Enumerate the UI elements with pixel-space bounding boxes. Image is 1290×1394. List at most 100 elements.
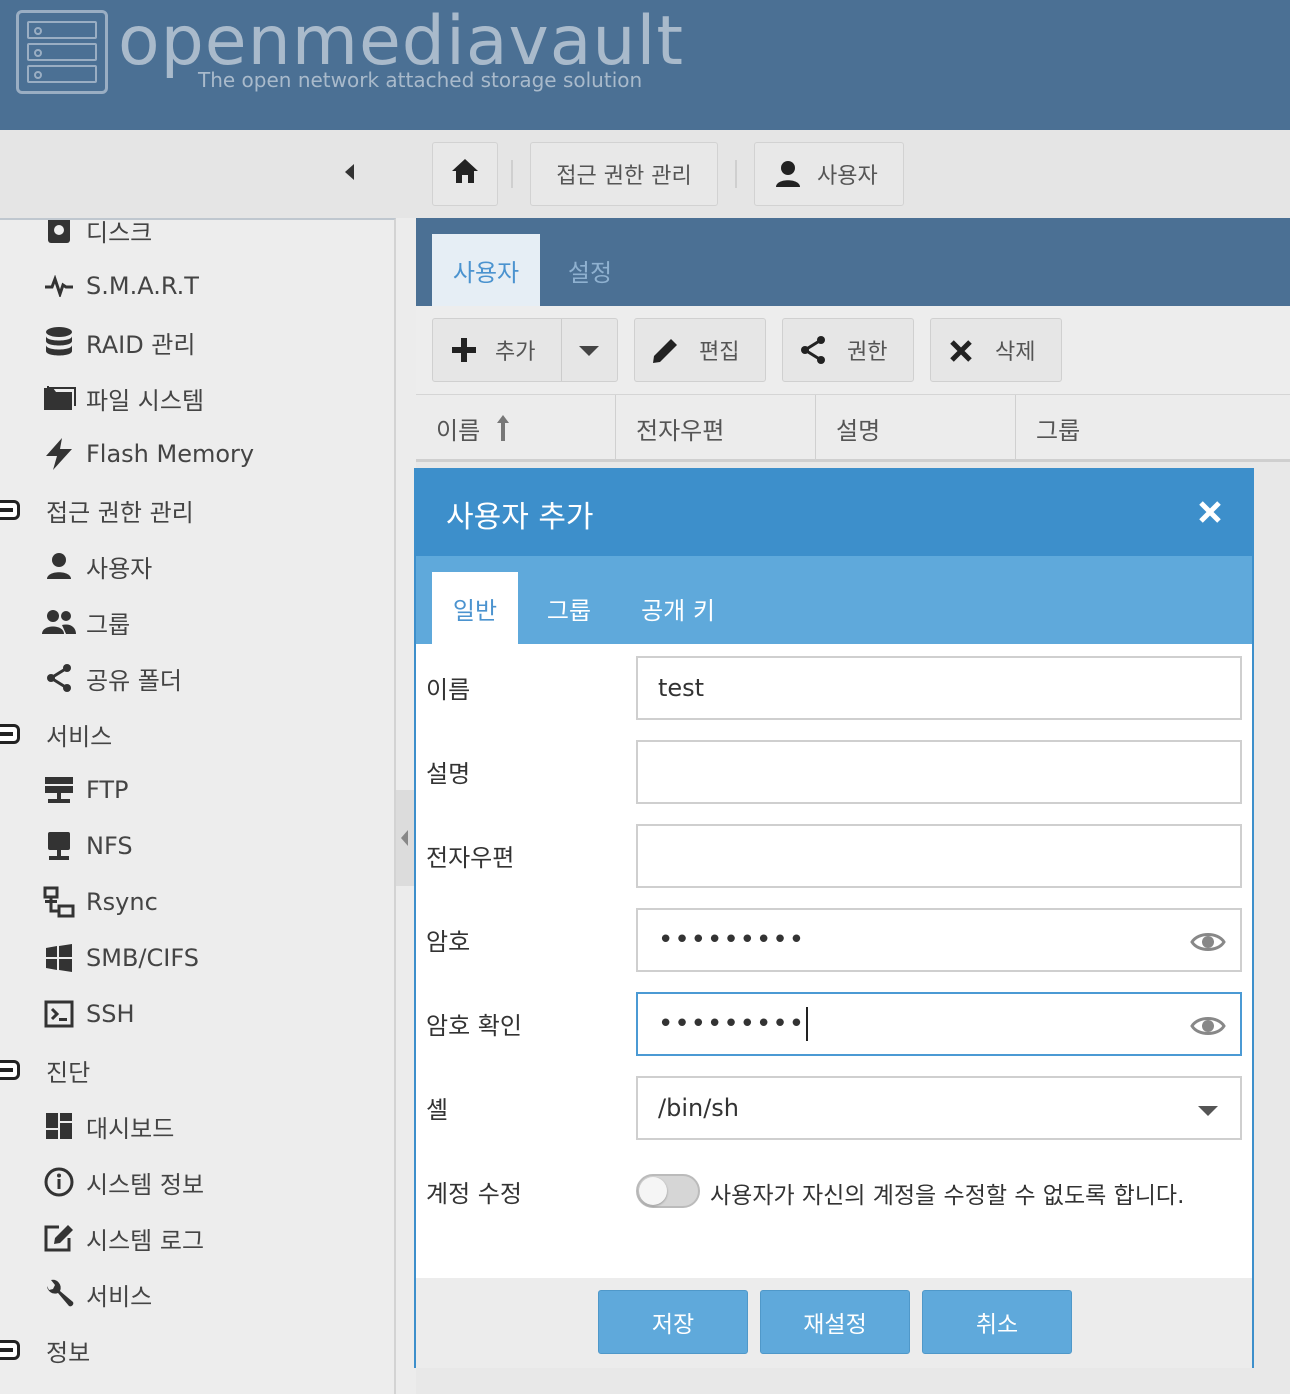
description-field[interactable] <box>636 740 1242 804</box>
sidebar-group-info[interactable]: 정보 <box>0 1322 394 1378</box>
collapse-group-icon[interactable] <box>0 1340 20 1360</box>
breadcrumb-label: 접근 권한 관리 <box>556 164 692 189</box>
logo-icon <box>16 10 108 94</box>
heartbeat-icon <box>42 269 76 303</box>
dialog-titlebar: 사용자 추가 <box>416 470 1252 556</box>
sidebar-item-ftp[interactable]: FTP <box>0 762 394 818</box>
account-modify-label: 계정 수정 <box>426 1180 522 1208</box>
sidebar-group-services[interactable]: 서비스 <box>0 706 394 762</box>
privileges-button[interactable]: 권한 <box>782 318 914 382</box>
sidebar-item-dashboard[interactable]: 대시보드 <box>0 1098 394 1154</box>
user-icon <box>42 549 76 583</box>
breadcrumb-home[interactable] <box>432 142 498 206</box>
server-icon <box>42 773 76 807</box>
user-icon <box>775 160 801 188</box>
password-field[interactable]: ••••••••• <box>636 908 1242 972</box>
sidebar-group-diagnostics[interactable]: 진단 <box>0 1042 394 1098</box>
share-icon <box>42 661 76 695</box>
save-button[interactable]: 저장 <box>598 1290 748 1354</box>
column-header-groups[interactable]: 그룹 <box>1016 395 1290 461</box>
email-field[interactable] <box>636 824 1242 888</box>
dialog-footer: 저장 재설정 취소 <box>416 1278 1252 1368</box>
sidebar-item-users[interactable]: 사용자 <box>0 538 394 594</box>
sidebar-item-groups[interactable]: 그룹 <box>0 594 394 650</box>
sidebar-item-disk[interactable]: 디스크 <box>0 220 394 258</box>
tab-public-keys[interactable]: 공개 키 <box>628 572 728 644</box>
grid-toolbar: 추가 편집 권한 삭제 <box>416 306 1290 394</box>
database-icon <box>42 325 76 359</box>
plus-icon <box>451 337 477 369</box>
collapse-group-icon[interactable] <box>0 724 20 744</box>
pencil-icon <box>651 337 679 371</box>
dialog-title: 사용자 추가 <box>446 500 594 535</box>
sidebar-item-shared-folders[interactable]: 공유 폴더 <box>0 650 394 706</box>
breadcrumb-item-user[interactable]: 사용자 <box>754 142 904 206</box>
cancel-button[interactable]: 취소 <box>922 1290 1072 1354</box>
close-icon <box>949 339 973 369</box>
sidebar-item-filesystem[interactable]: 파일 시스템 <box>0 370 394 426</box>
shell-select[interactable]: /bin/sh <box>636 1076 1242 1140</box>
sidebar-item-smart[interactable]: S.M.A.R.T <box>0 258 394 314</box>
breadcrumb-bar: 접근 권한 관리 사용자 <box>0 130 1290 218</box>
confirm-password-field[interactable]: ••••••••• <box>636 992 1242 1056</box>
sidebar-item-system-log[interactable]: 시스템 로그 <box>0 1210 394 1266</box>
breadcrumb-label: 사용자 <box>817 164 878 189</box>
shell-label: 셸 <box>426 1096 449 1124</box>
tab-general[interactable]: 일반 <box>432 572 518 644</box>
disk-icon <box>42 220 76 247</box>
sidebar-item-smb[interactable]: SMB/CIFS <box>0 930 394 986</box>
add-button[interactable]: 추가 <box>432 318 618 382</box>
confirm-password-label: 암호 확인 <box>426 1012 522 1040</box>
disallow-modify-toggle[interactable] <box>636 1174 700 1208</box>
chevron-down-icon <box>1198 1106 1218 1116</box>
chevron-down-icon[interactable] <box>579 346 599 356</box>
breadcrumb-separator <box>735 160 737 188</box>
edit-button[interactable]: 편집 <box>634 318 766 382</box>
name-label: 이름 <box>426 676 471 704</box>
tab-settings[interactable]: 설정 <box>550 234 630 306</box>
edit-icon <box>42 1221 76 1255</box>
text-cursor <box>806 1007 809 1041</box>
column-header-email[interactable]: 전자우편 <box>616 395 816 461</box>
column-header-name[interactable]: 이름 <box>416 395 616 461</box>
delete-button[interactable]: 삭제 <box>930 318 1062 382</box>
sort-asc-icon <box>496 414 510 442</box>
close-icon[interactable] <box>1194 496 1226 528</box>
tab-users[interactable]: 사용자 <box>432 234 540 306</box>
eye-icon[interactable] <box>1190 1008 1226 1044</box>
grid-header: 이름 전자우편 설명 그룹 <box>416 394 1290 462</box>
name-field[interactable]: test <box>636 656 1242 720</box>
eye-icon[interactable] <box>1190 924 1226 960</box>
reset-button[interactable]: 재설정 <box>760 1290 910 1354</box>
folder-icon <box>42 381 76 415</box>
breadcrumb-separator <box>511 160 513 188</box>
sidebar-item-system-info[interactable]: 시스템 정보 <box>0 1154 394 1210</box>
column-header-description[interactable]: 설명 <box>816 395 1016 461</box>
description-label: 설명 <box>426 760 471 788</box>
split-divider <box>561 319 562 381</box>
collapse-sidebar-icon[interactable] <box>338 160 362 184</box>
share-icon <box>799 335 827 371</box>
collapse-group-icon[interactable] <box>0 1060 20 1080</box>
monitor-icon <box>42 829 76 863</box>
panel-tab-bar: 사용자 설정 <box>416 218 1290 306</box>
add-user-dialog: 사용자 추가 일반 그룹 공개 키 이름 test 설명 전자우편 암호 •••… <box>414 468 1254 1368</box>
sidebar-item-raid[interactable]: RAID 관리 <box>0 314 394 370</box>
sidebar-item-rsync[interactable]: Rsync <box>0 874 394 930</box>
users-icon <box>42 605 76 639</box>
network-icon <box>42 885 76 919</box>
sidebar-splitter-handle[interactable] <box>396 790 414 886</box>
sidebar-item-ssh[interactable]: SSH <box>0 986 394 1042</box>
home-icon <box>450 157 480 191</box>
sidebar-item-flash[interactable]: Flash Memory <box>0 426 394 482</box>
collapse-group-icon[interactable] <box>0 500 20 520</box>
sidebar-item-diag-services[interactable]: 서비스 <box>0 1266 394 1322</box>
sidebar-group-access[interactable]: 접근 권한 관리 <box>0 482 394 538</box>
wrench-icon <box>42 1277 76 1311</box>
app-header: openmediavault The open network attached… <box>0 0 1290 130</box>
tab-groups[interactable]: 그룹 <box>534 572 604 644</box>
sidebar-nav: 디스크 S.M.A.R.T RAID 관리 파일 시스템 Flash Memor… <box>0 218 396 1394</box>
sidebar-item-nfs[interactable]: NFS <box>0 818 394 874</box>
breadcrumb-item-access[interactable]: 접근 권한 관리 <box>530 142 718 206</box>
flash-icon <box>42 437 76 471</box>
